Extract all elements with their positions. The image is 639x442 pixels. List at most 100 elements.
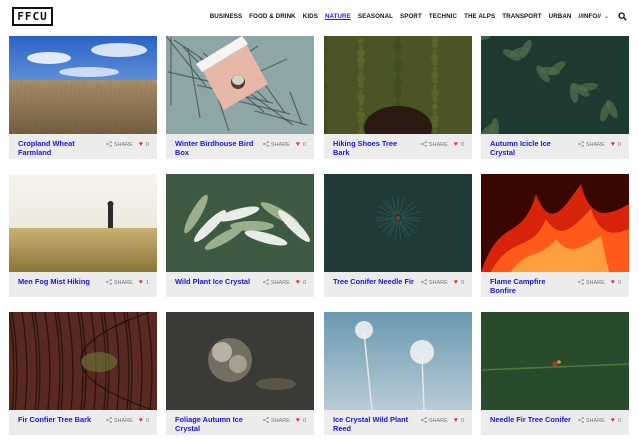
share-icon[interactable] <box>577 417 584 425</box>
photo-title[interactable]: Foliage Autumn Ice Crystal <box>175 415 257 433</box>
photo-card[interactable]: Men Fog Mist Hiking SHARE ♥ 1 <box>9 174 157 297</box>
like-count: 0 <box>302 418 306 424</box>
photo-title[interactable]: Ice Crystal Wild Plant Reed <box>333 415 415 433</box>
site-logo[interactable]: FFCU <box>12 7 53 26</box>
share-icon[interactable] <box>420 141 427 149</box>
nav-the-alps[interactable]: THE ALPS <box>464 13 495 20</box>
share-icon[interactable] <box>420 279 427 287</box>
nav-seasonal[interactable]: SEASONAL <box>358 13 393 20</box>
share-button[interactable]: SHARE <box>271 142 290 148</box>
heart-icon[interactable]: ♥ <box>139 279 143 286</box>
share-button[interactable]: SHARE <box>586 142 605 148</box>
photo-thumbnail[interactable] <box>481 174 629 272</box>
like-count: 0 <box>145 418 149 424</box>
photo-card[interactable]: Fir Confier Tree Bark SHARE ♥ 0 <box>9 312 157 435</box>
photo-title[interactable]: Hiking Shoes Tree Bark <box>333 139 415 157</box>
photo-thumbnail[interactable] <box>9 174 157 272</box>
card-actions: SHARE ♥ 0 <box>420 279 464 287</box>
card-actions: SHARE ♥ 0 <box>262 417 306 425</box>
nav-business[interactable]: BUSINESS <box>210 13 242 20</box>
photo-thumbnail[interactable] <box>324 36 472 134</box>
heart-icon[interactable]: ♥ <box>139 141 143 148</box>
share-icon[interactable] <box>105 279 112 287</box>
heart-icon[interactable]: ♥ <box>611 141 615 148</box>
card-actions: SHARE ♥ 0 <box>577 141 621 149</box>
nav-food-drink[interactable]: FOOD & DRINK <box>249 13 296 20</box>
like-count: 0 <box>617 280 621 286</box>
photo-thumbnail[interactable] <box>9 312 157 410</box>
photo-card[interactable]: Cropland Wheat Farmland SHARE ♥ 0 <box>9 36 157 159</box>
heart-icon[interactable]: ♥ <box>454 417 458 424</box>
share-icon[interactable] <box>262 141 269 149</box>
heart-icon[interactable]: ♥ <box>454 141 458 148</box>
heart-icon[interactable]: ♥ <box>296 279 300 286</box>
card-actions: SHARE ♥ 0 <box>420 141 464 149</box>
like-count: 0 <box>460 142 464 148</box>
share-icon[interactable] <box>105 417 112 425</box>
nav-technic[interactable]: TECHNIC <box>429 13 457 20</box>
heart-icon[interactable]: ♥ <box>296 417 300 424</box>
search-icon[interactable] <box>618 12 627 21</box>
share-icon[interactable] <box>420 417 427 425</box>
like-count: 0 <box>460 418 464 424</box>
photo-card[interactable]: Winter Birdhouse Bird Box SHARE ♥ 0 <box>166 36 314 159</box>
photo-title[interactable]: Winter Birdhouse Bird Box <box>175 139 257 157</box>
heart-icon[interactable]: ♥ <box>611 279 615 286</box>
photo-card[interactable]: Needle Fir Tree Conifer SHARE ♥ 0 <box>481 312 629 435</box>
photo-title[interactable]: Autumn Icicle Ice Crystal <box>490 139 572 157</box>
photo-title[interactable]: Men Fog Mist Hiking <box>18 277 100 287</box>
photo-thumbnail[interactable] <box>9 36 157 134</box>
card-actions: SHARE ♥ 0 <box>105 141 149 149</box>
heart-icon[interactable]: ♥ <box>611 417 615 424</box>
heart-icon[interactable]: ♥ <box>139 417 143 424</box>
share-button[interactable]: SHARE <box>114 280 133 286</box>
share-icon[interactable] <box>105 141 112 149</box>
share-button[interactable]: SHARE <box>429 280 448 286</box>
share-button[interactable]: SHARE <box>271 418 290 424</box>
share-icon[interactable] <box>262 279 269 287</box>
share-button[interactable]: SHARE <box>586 418 605 424</box>
like-count: 0 <box>145 142 149 148</box>
photo-card[interactable]: Hiking Shoes Tree Bark SHARE ♥ 0 <box>324 36 472 159</box>
photo-thumbnail[interactable] <box>481 312 629 410</box>
like-count: 0 <box>302 142 306 148</box>
photo-thumbnail[interactable] <box>324 174 472 272</box>
like-count: 1 <box>145 280 149 286</box>
photo-title[interactable]: Fir Confier Tree Bark <box>18 415 100 425</box>
share-icon[interactable] <box>577 279 584 287</box>
share-button[interactable]: SHARE <box>586 280 605 286</box>
photo-card[interactable]: Foliage Autumn Ice Crystal SHARE ♥ 0 <box>166 312 314 435</box>
nav-kids[interactable]: KIDS <box>303 13 318 20</box>
photo-card[interactable]: Autumn Icicle Ice Crystal SHARE ♥ 0 <box>481 36 629 159</box>
photo-card[interactable]: Flame Campfire Bonfire SHARE ♥ 0 <box>481 174 629 297</box>
nav-sport[interactable]: SPORT <box>400 13 422 20</box>
share-button[interactable]: SHARE <box>429 418 448 424</box>
photo-card[interactable]: Wild Plant Ice Crystal SHARE ♥ 0 <box>166 174 314 297</box>
share-icon[interactable] <box>577 141 584 149</box>
nav-nature[interactable]: NATURE <box>325 13 351 20</box>
chevron-down-icon[interactable]: ⌄ <box>604 13 609 20</box>
share-button[interactable]: SHARE <box>271 280 290 286</box>
photo-thumbnail[interactable] <box>166 174 314 272</box>
photo-title[interactable]: Flame Campfire Bonfire <box>490 277 572 295</box>
photo-thumbnail[interactable] <box>166 36 314 134</box>
heart-icon[interactable]: ♥ <box>454 279 458 286</box>
share-button[interactable]: SHARE <box>114 418 133 424</box>
nav-info[interactable]: //INFO// <box>579 13 601 20</box>
share-icon[interactable] <box>262 417 269 425</box>
photo-thumbnail[interactable] <box>324 312 472 410</box>
nav-urban[interactable]: URBAN <box>549 13 572 20</box>
photo-card[interactable]: Ice Crystal Wild Plant Reed SHARE ♥ 0 <box>324 312 472 435</box>
photo-title[interactable]: Needle Fir Tree Conifer <box>490 415 572 425</box>
photo-card[interactable]: Tree Conifer Needle Fir SHARE ♥ 0 <box>324 174 472 297</box>
photo-title[interactable]: Tree Conifer Needle Fir <box>333 277 415 287</box>
nav-transport[interactable]: TRANSPORT <box>502 13 541 20</box>
photo-title[interactable]: Wild Plant Ice Crystal <box>175 277 257 287</box>
share-button[interactable]: SHARE <box>114 142 133 148</box>
photo-thumbnail[interactable] <box>481 36 629 134</box>
photo-title[interactable]: Cropland Wheat Farmland <box>18 139 100 157</box>
share-button[interactable]: SHARE <box>429 142 448 148</box>
like-count: 0 <box>302 280 306 286</box>
heart-icon[interactable]: ♥ <box>296 141 300 148</box>
photo-thumbnail[interactable] <box>166 312 314 410</box>
